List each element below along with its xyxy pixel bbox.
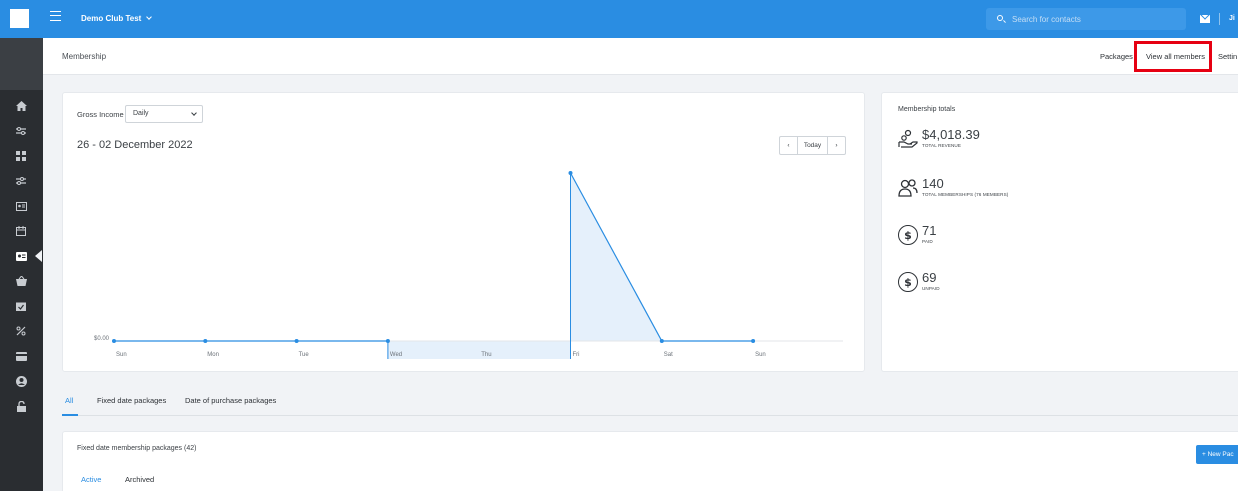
packages-card: Fixed date membership packages (42) + Ne…	[62, 431, 1238, 491]
x-tick-label: Sun	[116, 352, 127, 358]
contact-search[interactable]	[986, 8, 1186, 30]
paid-value: 71	[922, 223, 937, 238]
app-logo[interactable]	[10, 9, 29, 28]
club-switcher[interactable]: Demo Club Test	[81, 14, 153, 23]
sliders-icon[interactable]	[10, 123, 32, 139]
highlight-band	[387, 341, 571, 359]
total-revenue-value: $4,018.39	[922, 127, 980, 142]
gross-income-chart: $0.00 Sun Mon Tue Wed Thu Fri Sat Sun	[94, 171, 843, 359]
data-point	[659, 339, 664, 343]
contact-card-icon[interactable]	[10, 198, 32, 214]
x-tick-label: Thu	[481, 352, 491, 358]
tab-all[interactable]: All	[65, 396, 73, 405]
active-indicator	[35, 250, 42, 262]
percent-icon[interactable]	[10, 323, 32, 339]
x-tick-label: Tue	[299, 352, 310, 358]
home-icon[interactable]	[10, 98, 32, 114]
tab-date-of-purchase-packages[interactable]: Date of purchase packages	[185, 396, 276, 405]
dollar-coin-icon: $	[898, 272, 918, 292]
total-revenue-label: TOTAL REVENUE	[922, 143, 961, 148]
divider	[1219, 13, 1220, 25]
top-bar: Demo Club Test Ji	[0, 0, 1238, 38]
x-tick-label: Wed	[390, 352, 402, 358]
hand-coin-icon	[898, 129, 918, 148]
sidebar-header	[0, 38, 43, 90]
calendar-check-icon[interactable]	[10, 298, 32, 314]
club-name: Demo Club Test	[81, 14, 142, 23]
x-tick-label: Fri	[573, 352, 580, 358]
user-initials[interactable]: Ji	[1229, 15, 1235, 22]
data-point	[751, 339, 756, 343]
package-tabs: All Fixed date packages Date of purchase…	[62, 390, 1238, 416]
page-title: Membership	[62, 52, 107, 61]
total-memberships-value: 140	[922, 176, 944, 191]
grid-icon[interactable]	[10, 148, 32, 164]
data-point	[385, 339, 390, 343]
dollar-coin-icon: $	[898, 225, 918, 245]
total-memberships-label: TOTAL MEMBERSHIPS (76 MEMBERS)	[922, 192, 1009, 197]
credit-card-icon[interactable]	[10, 348, 32, 364]
packages-link[interactable]: Packages	[1100, 52, 1133, 61]
page-header: Membership Packages View all members Set…	[43, 38, 1238, 75]
new-package-button[interactable]: + New Pac	[1196, 445, 1238, 464]
lock-icon[interactable]	[10, 398, 32, 414]
paid-label: PAID	[922, 239, 933, 244]
highlight-box	[1134, 41, 1212, 72]
area-fill	[570, 173, 662, 359]
sub-tab-active[interactable]: Active	[81, 475, 101, 484]
sidebar	[0, 38, 43, 491]
x-tick-label: Sun	[755, 352, 766, 358]
x-tick-label: Sat	[664, 352, 673, 358]
sub-tab-archived[interactable]: Archived	[125, 475, 154, 484]
account-icon[interactable]	[10, 373, 32, 389]
chevron-down-icon	[146, 14, 153, 20]
data-point	[112, 339, 116, 343]
calendar-icon[interactable]	[10, 223, 32, 239]
hamburger-menu-icon[interactable]	[50, 11, 61, 21]
search-icon	[997, 15, 1003, 21]
packages-title: Fixed date membership packages (42)	[77, 445, 197, 452]
basket-icon[interactable]	[10, 273, 32, 289]
users-icon	[898, 179, 918, 197]
gross-income-card: Gross Income Daily 26 - 02 December 2022…	[62, 92, 865, 372]
unpaid-label: UNPAID	[922, 286, 940, 291]
membership-totals-card: Membership totals $4,018.39 TOTAL REVENU…	[881, 92, 1238, 372]
mail-icon[interactable]	[1200, 15, 1210, 23]
sliders-icon[interactable]	[10, 173, 32, 189]
data-point	[203, 339, 208, 343]
unpaid-value: 69	[922, 270, 937, 285]
totals-title: Membership totals	[898, 106, 956, 113]
membership-card-icon[interactable]	[10, 248, 32, 264]
series-line	[114, 172, 754, 342]
y-tick-label: $0.00	[94, 336, 110, 342]
search-input[interactable]	[1012, 13, 1172, 25]
x-tick-label: Mon	[207, 352, 219, 358]
active-tab-underline	[62, 414, 78, 416]
data-point	[294, 339, 299, 343]
settings-link[interactable]: Settin	[1218, 52, 1237, 61]
tab-fixed-date-packages[interactable]: Fixed date packages	[97, 396, 166, 405]
data-point	[568, 171, 573, 175]
